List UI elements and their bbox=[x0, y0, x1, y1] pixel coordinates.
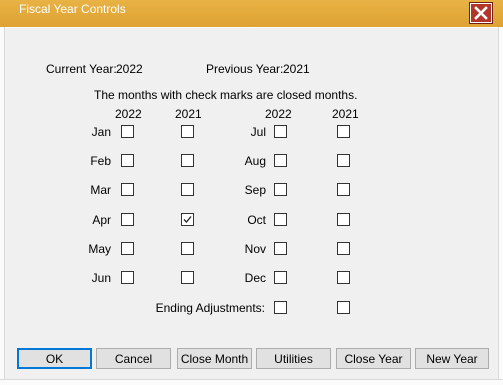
month-label: Feb bbox=[90, 154, 111, 168]
column-header-left-2022: 2022 bbox=[115, 107, 142, 121]
close-button[interactable] bbox=[470, 3, 492, 23]
month-sep-2021-checkbox[interactable] bbox=[337, 183, 350, 196]
close-month-button[interactable]: Close Month bbox=[177, 348, 252, 369]
month-label: Jun bbox=[91, 271, 111, 285]
month-jul-2022-checkbox[interactable] bbox=[274, 125, 287, 138]
title-bar[interactable]: Fiscal Year Controls bbox=[0, 0, 503, 27]
month-label: Aug bbox=[244, 154, 266, 168]
window-frame-right bbox=[498, 27, 503, 384]
fiscal-year-controls-dialog: Fiscal Year Controls Current Year: 2022 … bbox=[0, 0, 503, 385]
month-label: Oct bbox=[247, 213, 266, 227]
window-frame-bottom bbox=[0, 379, 503, 385]
current-year-value: 2022 bbox=[116, 62, 143, 76]
utilities-button[interactable]: Utilities bbox=[256, 348, 331, 369]
month-jan-2022-checkbox[interactable] bbox=[121, 125, 134, 138]
month-label: Dec bbox=[244, 271, 266, 285]
column-header-right-2021: 2021 bbox=[332, 107, 359, 121]
month-aug-2022-checkbox[interactable] bbox=[274, 154, 287, 167]
previous-year-label: Previous Year: bbox=[206, 62, 284, 76]
ok-button[interactable]: OK bbox=[17, 348, 92, 369]
month-feb-2021-checkbox[interactable] bbox=[181, 154, 194, 167]
month-label: Apr bbox=[92, 213, 111, 227]
month-dec-2021-checkbox[interactable] bbox=[337, 271, 350, 284]
month-feb-2022-checkbox[interactable] bbox=[121, 154, 134, 167]
month-label: Mar bbox=[90, 183, 111, 197]
check-mark-icon bbox=[183, 216, 192, 223]
previous-year-value: 2021 bbox=[283, 62, 310, 76]
month-label: May bbox=[88, 242, 111, 256]
month-jun-2022-checkbox[interactable] bbox=[121, 271, 134, 284]
month-oct-2022-checkbox[interactable] bbox=[274, 213, 287, 226]
month-jun-2021-checkbox[interactable] bbox=[181, 271, 194, 284]
month-label: Jan bbox=[91, 125, 111, 139]
dialog-body: Current Year: 2022 Previous Year: 2021 T… bbox=[5, 28, 498, 379]
ending-adjustments-label: Ending Adjustments: bbox=[155, 301, 265, 315]
cancel-button[interactable]: Cancel bbox=[96, 348, 171, 369]
month-dec-2022-checkbox[interactable] bbox=[274, 271, 287, 284]
ending-adjustments-2021-checkbox[interactable] bbox=[337, 301, 350, 314]
month-aug-2021-checkbox[interactable] bbox=[337, 154, 350, 167]
month-label: Nov bbox=[244, 242, 266, 256]
month-apr-2022-checkbox[interactable] bbox=[121, 213, 134, 226]
month-label: Jul bbox=[250, 125, 266, 139]
new-year-button[interactable]: New Year bbox=[415, 348, 489, 369]
month-may-2022-checkbox[interactable] bbox=[121, 242, 134, 255]
current-year-label: Current Year: bbox=[46, 62, 117, 76]
instructions-text: The months with check marks are closed m… bbox=[94, 88, 358, 102]
month-apr-2021-checkbox[interactable] bbox=[181, 213, 194, 226]
column-header-left-2021: 2021 bbox=[175, 107, 202, 121]
close-x-icon bbox=[474, 6, 488, 20]
month-jan-2021-checkbox[interactable] bbox=[181, 125, 194, 138]
close-year-button[interactable]: Close Year bbox=[336, 348, 411, 369]
month-may-2021-checkbox[interactable] bbox=[181, 242, 194, 255]
month-oct-2021-checkbox[interactable] bbox=[337, 213, 350, 226]
window-title: Fiscal Year Controls bbox=[19, 2, 126, 16]
column-header-right-2022: 2022 bbox=[265, 107, 292, 121]
month-mar-2022-checkbox[interactable] bbox=[121, 183, 134, 196]
ending-adjustments-2022-checkbox[interactable] bbox=[274, 301, 287, 314]
month-mar-2021-checkbox[interactable] bbox=[181, 183, 194, 196]
month-jul-2021-checkbox[interactable] bbox=[337, 125, 350, 138]
month-sep-2022-checkbox[interactable] bbox=[274, 183, 287, 196]
month-nov-2021-checkbox[interactable] bbox=[337, 242, 350, 255]
month-label: Sep bbox=[244, 183, 266, 197]
month-nov-2022-checkbox[interactable] bbox=[274, 242, 287, 255]
